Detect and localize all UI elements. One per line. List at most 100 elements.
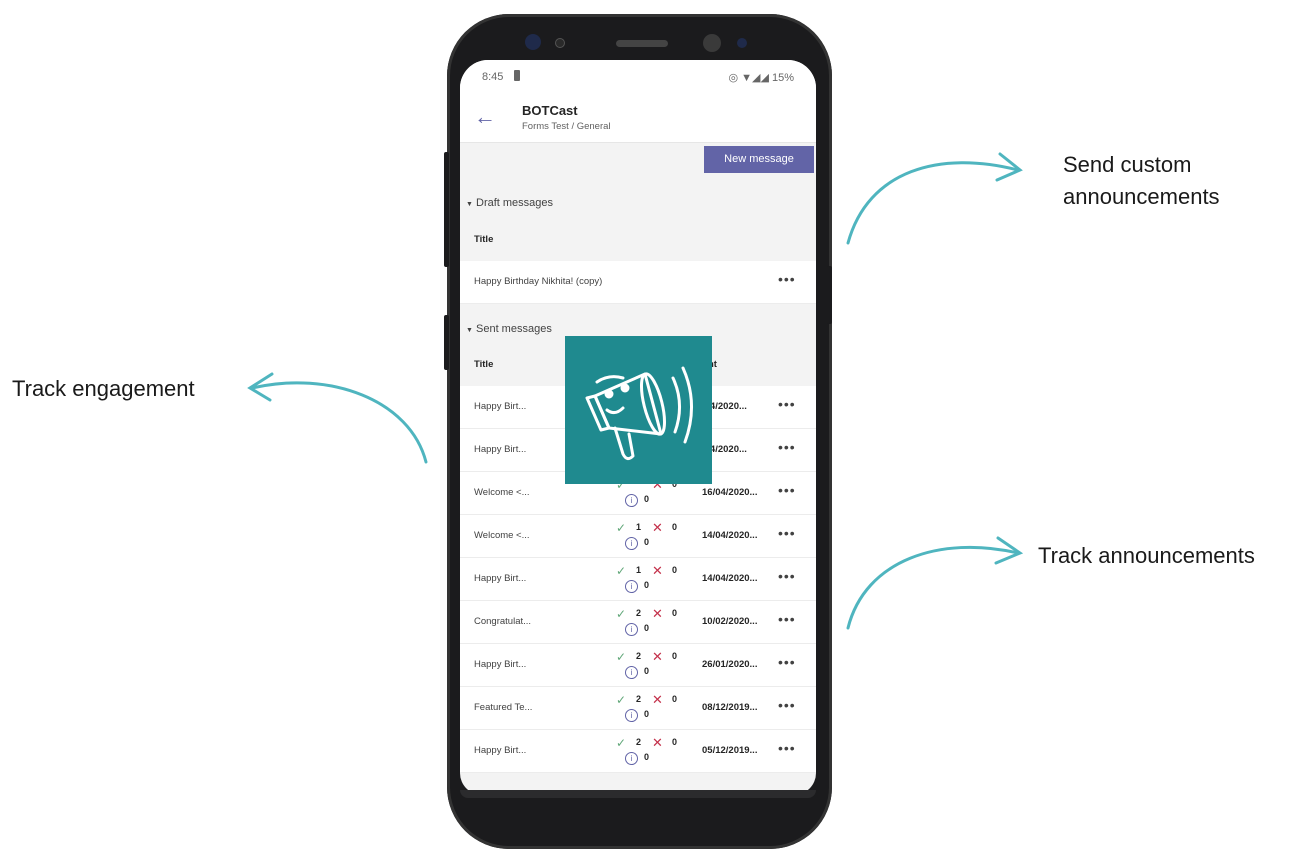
send-arrow <box>846 161 1020 245</box>
unknown-count: 0 <box>644 752 650 762</box>
delivery-stats: ✓ 2 ✕ 0 i 0 <box>616 692 696 725</box>
sent-row[interactable]: Featured Te... ✓ 2 ✕ 0 i 0 08/12/2019... ••• <box>460 687 816 730</box>
sent-title: Happy Birt... <box>474 745 527 756</box>
unknown-count: 0 <box>644 666 650 676</box>
more-options-icon[interactable]: ••• <box>778 568 796 584</box>
success-count: 2 <box>636 694 642 704</box>
engage-arrow <box>250 381 428 464</box>
front-camera <box>525 34 541 50</box>
failure-x-icon: ✕ <box>652 520 663 535</box>
unknown-count: 0 <box>644 494 650 504</box>
collapse-caret-icon: ▼ <box>466 327 473 334</box>
info-icon: i <box>625 537 638 550</box>
more-options-icon[interactable]: ••• <box>778 740 796 756</box>
sent-date: 16/04/2020... <box>702 487 758 498</box>
collapse-caret-icon: ▼ <box>466 201 473 208</box>
success-check-icon: ✓ <box>616 693 627 707</box>
failure-x-icon: ✕ <box>652 563 663 578</box>
status-time: 8:45 <box>482 71 504 83</box>
sent-date: 10/02/2020... <box>702 616 758 627</box>
sent-date: 14/04/2020... <box>702 530 758 541</box>
phone-bottom-bezel <box>460 790 816 798</box>
more-options-icon[interactable]: ••• <box>778 525 796 541</box>
more-options-icon[interactable]: ••• <box>778 611 796 627</box>
success-count: 1 <box>636 522 642 532</box>
success-count: 2 <box>636 608 642 618</box>
unknown-count: 0 <box>644 537 650 547</box>
failure-x-icon: ✕ <box>652 692 663 707</box>
draft-row[interactable]: Happy Birthday Nikhita! (copy) ••• <box>460 261 816 304</box>
success-count: 2 <box>636 737 642 747</box>
sensor <box>555 38 565 48</box>
success-count: 2 <box>636 651 642 661</box>
sent-row[interactable]: Happy Birt... ✓ 1 ✕ 0 i 0 14/04/2020... ••• <box>460 558 816 601</box>
success-check-icon: ✓ <box>616 521 627 535</box>
info-icon: i <box>625 709 638 722</box>
more-options-icon[interactable]: ••• <box>778 271 796 287</box>
sent-title: Happy Birt... <box>474 444 527 455</box>
app-title: BOTCast <box>522 103 578 118</box>
more-options-icon[interactable]: ••• <box>778 482 796 498</box>
signal-icon: ◎ ▼◢◢ <box>728 72 772 84</box>
speaker-grille <box>616 40 668 47</box>
failure-x-icon: ✕ <box>652 735 663 750</box>
info-icon: i <box>625 494 638 507</box>
success-count: 1 <box>636 565 642 575</box>
delivery-stats: ✓ 2 ✕ 0 i 0 <box>616 649 696 682</box>
sent-title: Happy Birt... <box>474 659 527 670</box>
info-icon: i <box>625 623 638 636</box>
sent-row[interactable]: Congratulat... ✓ 2 ✕ 0 i 0 10/02/2020... ••• <box>460 601 816 644</box>
sent-title: Welcome <... <box>474 530 530 541</box>
info-icon: i <box>625 752 638 765</box>
info-icon: i <box>625 580 638 593</box>
draft-title: Happy Birthday Nikhita! (copy) <box>474 276 603 287</box>
more-options-icon[interactable]: ••• <box>778 439 796 455</box>
failure-count: 0 <box>672 608 678 618</box>
status-bar: 8:45 ◎ ▼◢◢ 15% <box>460 60 816 94</box>
success-check-icon: ✓ <box>616 564 627 578</box>
sent-date: 05/12/2019... <box>702 745 758 756</box>
callout-send-custom: Send custom announcements <box>1063 152 1220 209</box>
more-options-icon[interactable]: ••• <box>778 396 796 412</box>
sent-date: 26/01/2020... <box>702 659 758 670</box>
app-bar: ← BOTCast Forms Test / General <box>460 94 816 143</box>
delivery-stats: ✓ 1 ✕ 0 i 0 <box>616 520 696 553</box>
battery-saver-icon <box>514 70 520 81</box>
app-subtitle: Forms Test / General <box>522 121 611 132</box>
bixby-button <box>444 315 449 370</box>
sent-date: 08/12/2019... <box>702 702 758 713</box>
new-message-button[interactable]: New message <box>704 146 814 173</box>
draft-section-label: Draft messages <box>476 197 554 209</box>
sent-row[interactable]: Happy Birt... ✓ 2 ✕ 0 i 0 05/12/2019... ••• <box>460 730 816 773</box>
volume-button <box>444 152 449 267</box>
draft-column-title: Title <box>474 234 494 245</box>
failure-count: 0 <box>672 565 678 575</box>
unknown-count: 0 <box>644 709 650 719</box>
sent-column-title: Title <box>474 359 494 370</box>
sent-title: Happy Birt... <box>474 401 527 412</box>
sent-section-header[interactable]: ▼ Sent messages <box>466 323 552 335</box>
failure-count: 0 <box>672 651 678 661</box>
callout-track-engagement: Track engagement <box>12 376 195 401</box>
iris-scanner <box>703 34 721 52</box>
sent-title: Happy Birt... <box>474 573 527 584</box>
proximity-sensor <box>737 38 747 48</box>
success-check-icon: ✓ <box>616 607 627 621</box>
delivery-stats: ✓ 2 ✕ 0 i 0 <box>616 735 696 768</box>
failure-x-icon: ✕ <box>652 649 663 664</box>
sent-section-label: Sent messages <box>476 323 552 335</box>
status-right: ◎ ▼◢◢ 15% <box>728 71 794 84</box>
sent-title: Welcome <... <box>474 487 530 498</box>
power-button <box>827 266 832 324</box>
more-options-icon[interactable]: ••• <box>778 697 796 713</box>
failure-x-icon: ✕ <box>652 606 663 621</box>
info-icon: i <box>625 666 638 679</box>
track-arrow <box>846 545 1020 630</box>
sent-row[interactable]: Happy Birt... ✓ 2 ✕ 0 i 0 26/01/2020... ••• <box>460 644 816 687</box>
more-options-icon[interactable]: ••• <box>778 654 796 670</box>
draft-section-header[interactable]: ▼ Draft messages <box>466 197 553 209</box>
delivery-stats: ✓ 2 ✕ 0 i 0 <box>616 606 696 639</box>
battery-percent: 15% <box>771 72 794 84</box>
sent-row[interactable]: Welcome <... ✓ 1 ✕ 0 i 0 14/04/2020... ••• <box>460 515 816 558</box>
back-arrow-icon[interactable]: ← <box>474 104 496 130</box>
